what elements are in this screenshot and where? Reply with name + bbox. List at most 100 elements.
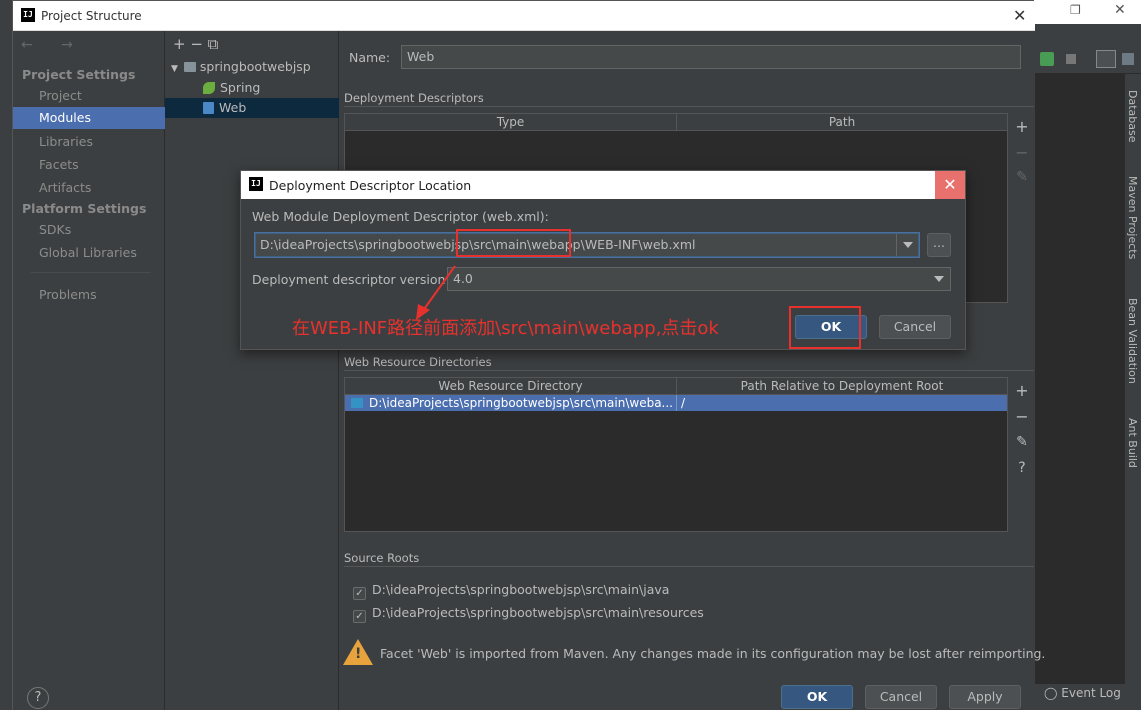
column-web-resource-directory[interactable]: Web Resource Directory (345, 378, 677, 394)
dd-add-icon[interactable]: + (1012, 117, 1032, 136)
web-resource-title: Web Resource Directories (344, 355, 492, 369)
tree-item-label: Spring (220, 80, 261, 95)
wr-remove-icon[interactable]: − (1012, 407, 1032, 426)
source-root-item[interactable]: ✓ D:\ideaProjects\springbootwebjsp\src\ma… (353, 582, 669, 600)
ide-titlebar: ❐ ✕ (1034, 0, 1141, 24)
column-type[interactable]: Type (345, 114, 677, 130)
dd-remove-icon[interactable]: − (1012, 143, 1032, 162)
modal-cancel-button[interactable]: Cancel (879, 315, 951, 339)
source-root-item[interactable]: ✓ D:\ideaProjects\springbootwebjsp\src\ma… (353, 605, 704, 623)
ide-close-icon[interactable]: ✕ (1114, 2, 1126, 18)
wr-add-icon[interactable]: + (1012, 381, 1032, 400)
help-button[interactable]: ? (27, 687, 49, 709)
warning-exclamation-icon: ! (355, 646, 362, 662)
modal-close-icon[interactable]: ✕ (935, 171, 965, 199)
name-field[interactable]: Web (401, 45, 1021, 69)
modal-titlebar: IJ Deployment Descriptor Location ✕ (241, 171, 965, 199)
ant-build-tab[interactable]: Ant Build (1126, 418, 1139, 468)
expand-arrow-icon[interactable]: ▼ (171, 64, 178, 74)
chevron-down-icon (934, 276, 944, 282)
intellij-logo-icon: IJ (249, 177, 263, 191)
wr-edit-icon[interactable]: ✎ (1012, 434, 1032, 450)
tree-item-spring[interactable]: Spring (165, 78, 260, 98)
nav-item-modules[interactable]: Modules (13, 107, 165, 129)
row-path: / (681, 396, 686, 410)
nav-item-artifacts[interactable]: Artifacts (39, 180, 91, 195)
database-tab[interactable]: Database (1126, 90, 1139, 143)
version-select[interactable]: 4.0 (447, 267, 951, 291)
group-separator (344, 566, 1034, 567)
group-separator (344, 370, 1034, 371)
apply-button[interactable]: Apply (949, 685, 1021, 709)
search-everywhere-icon[interactable] (1122, 53, 1134, 65)
stop-icon[interactable] (1066, 54, 1076, 64)
deployment-descriptors-title: Deployment Descriptors (344, 91, 484, 105)
name-label: Name: (349, 50, 391, 65)
browse-button[interactable]: ... (927, 233, 951, 257)
nav-item-libraries[interactable]: Libraries (39, 134, 93, 149)
chevron-down-icon (903, 242, 913, 248)
web-facet-icon (203, 102, 214, 114)
nav-item-project[interactable]: Project (39, 88, 82, 103)
screenshot: ❐ ✕ Database Maven Projects Bean Validat… (0, 0, 1141, 710)
source-root-path: D:\ideaProjects\springbootwebjsp\src\mai… (372, 582, 670, 597)
ok-button[interactable]: OK (781, 685, 853, 709)
intellij-logo-icon: IJ (21, 8, 35, 22)
debug-icon[interactable] (1040, 52, 1054, 66)
checkbox-checked-icon[interactable]: ✓ (353, 587, 366, 600)
path-dropdown[interactable] (896, 234, 918, 256)
table-row[interactable]: D:\ideaProjects\springbootwebjsp\src\mai… (345, 395, 1007, 411)
event-log-icon: ◯ (1044, 686, 1058, 700)
nav-item-sdks[interactable]: SDKs (39, 222, 71, 237)
dialog-titlebar: IJ Project Structure ✕ (13, 1, 1035, 31)
back-forward-icons[interactable]: ← → (21, 37, 85, 53)
facet-content: Name: Web Deployment Descriptors Type Pa… (339, 31, 1045, 710)
module-folder-icon (183, 62, 196, 72)
nav-separator (31, 272, 151, 273)
tree-item-web[interactable]: Web (165, 98, 339, 118)
tree-root-label: springbootwebjsp (199, 59, 311, 74)
restore-icon[interactable]: ❐ (1070, 3, 1081, 17)
event-log[interactable]: ◯ Event Log (1044, 686, 1121, 700)
nav-item-problems[interactable]: Problems (39, 287, 97, 302)
maven-projects-tab[interactable]: Maven Projects (1126, 176, 1139, 259)
row-directory: D:\ideaProjects\springbootwebjsp\src\mai… (369, 396, 673, 410)
tree-item-label: Web (219, 100, 247, 115)
bean-validation-tab[interactable]: Bean Validation (1126, 298, 1139, 384)
descriptor-label: Web Module Deployment Descriptor (web.xm… (252, 209, 549, 224)
project-structure-dialog: IJ Project Structure ✕ ← → Project Setti… (12, 0, 1045, 710)
dialog-title: Project Structure (41, 9, 142, 23)
column-path-relative[interactable]: Path Relative to Deployment Root (677, 378, 1007, 394)
project-structure-icon[interactable] (1096, 50, 1116, 68)
checkbox-checked-icon[interactable]: ✓ (353, 610, 366, 623)
descriptor-path-field[interactable]: D:\ideaProjects\springbootwebjsp\src\mai… (255, 233, 919, 257)
cancel-button[interactable]: Cancel (865, 685, 937, 709)
ide-left-edge (0, 0, 12, 710)
wr-help-icon[interactable]: ? (1012, 460, 1032, 476)
spring-leaf-icon (203, 82, 215, 94)
close-icon[interactable]: ✕ (1013, 6, 1026, 25)
ide-editor (1034, 74, 1124, 684)
modal-title: Deployment Descriptor Location (269, 178, 472, 193)
highlight-ok-box (789, 306, 861, 349)
dd-edit-icon[interactable]: ✎ (1012, 169, 1032, 185)
nav-item-facets[interactable]: Facets (39, 157, 79, 172)
ide-toolbar (1034, 46, 1141, 74)
maven-warning-text: Facet 'Web' is imported from Maven. Any … (380, 646, 1046, 661)
highlight-webapp-box (456, 229, 571, 257)
nav-item-global-libraries[interactable]: Global Libraries (39, 245, 137, 260)
annotation-arrow-icon (416, 265, 456, 320)
project-settings-heading: Project Settings (22, 67, 136, 82)
tree-toolbar[interactable]: + − ⧉ (173, 35, 218, 53)
module-tree: + − ⧉ ▼ springbootwebjsp Spring Web (165, 31, 339, 710)
column-path[interactable]: Path (677, 114, 1007, 130)
group-separator (344, 106, 1034, 107)
event-log-label: Event Log (1061, 686, 1121, 700)
web-resource-table[interactable]: Web Resource Directory Path Relative to … (344, 377, 1008, 532)
source-root-path: D:\ideaProjects\springbootwebjsp\src\mai… (372, 605, 704, 620)
tree-root[interactable]: ▼ springbootwebjsp (165, 57, 311, 77)
table-header: Type Path (345, 114, 1007, 131)
source-roots-title: Source Roots (344, 551, 420, 565)
platform-settings-heading: Platform Settings (22, 201, 147, 216)
settings-nav: ← → Project Settings Project Modules Lib… (13, 31, 165, 710)
